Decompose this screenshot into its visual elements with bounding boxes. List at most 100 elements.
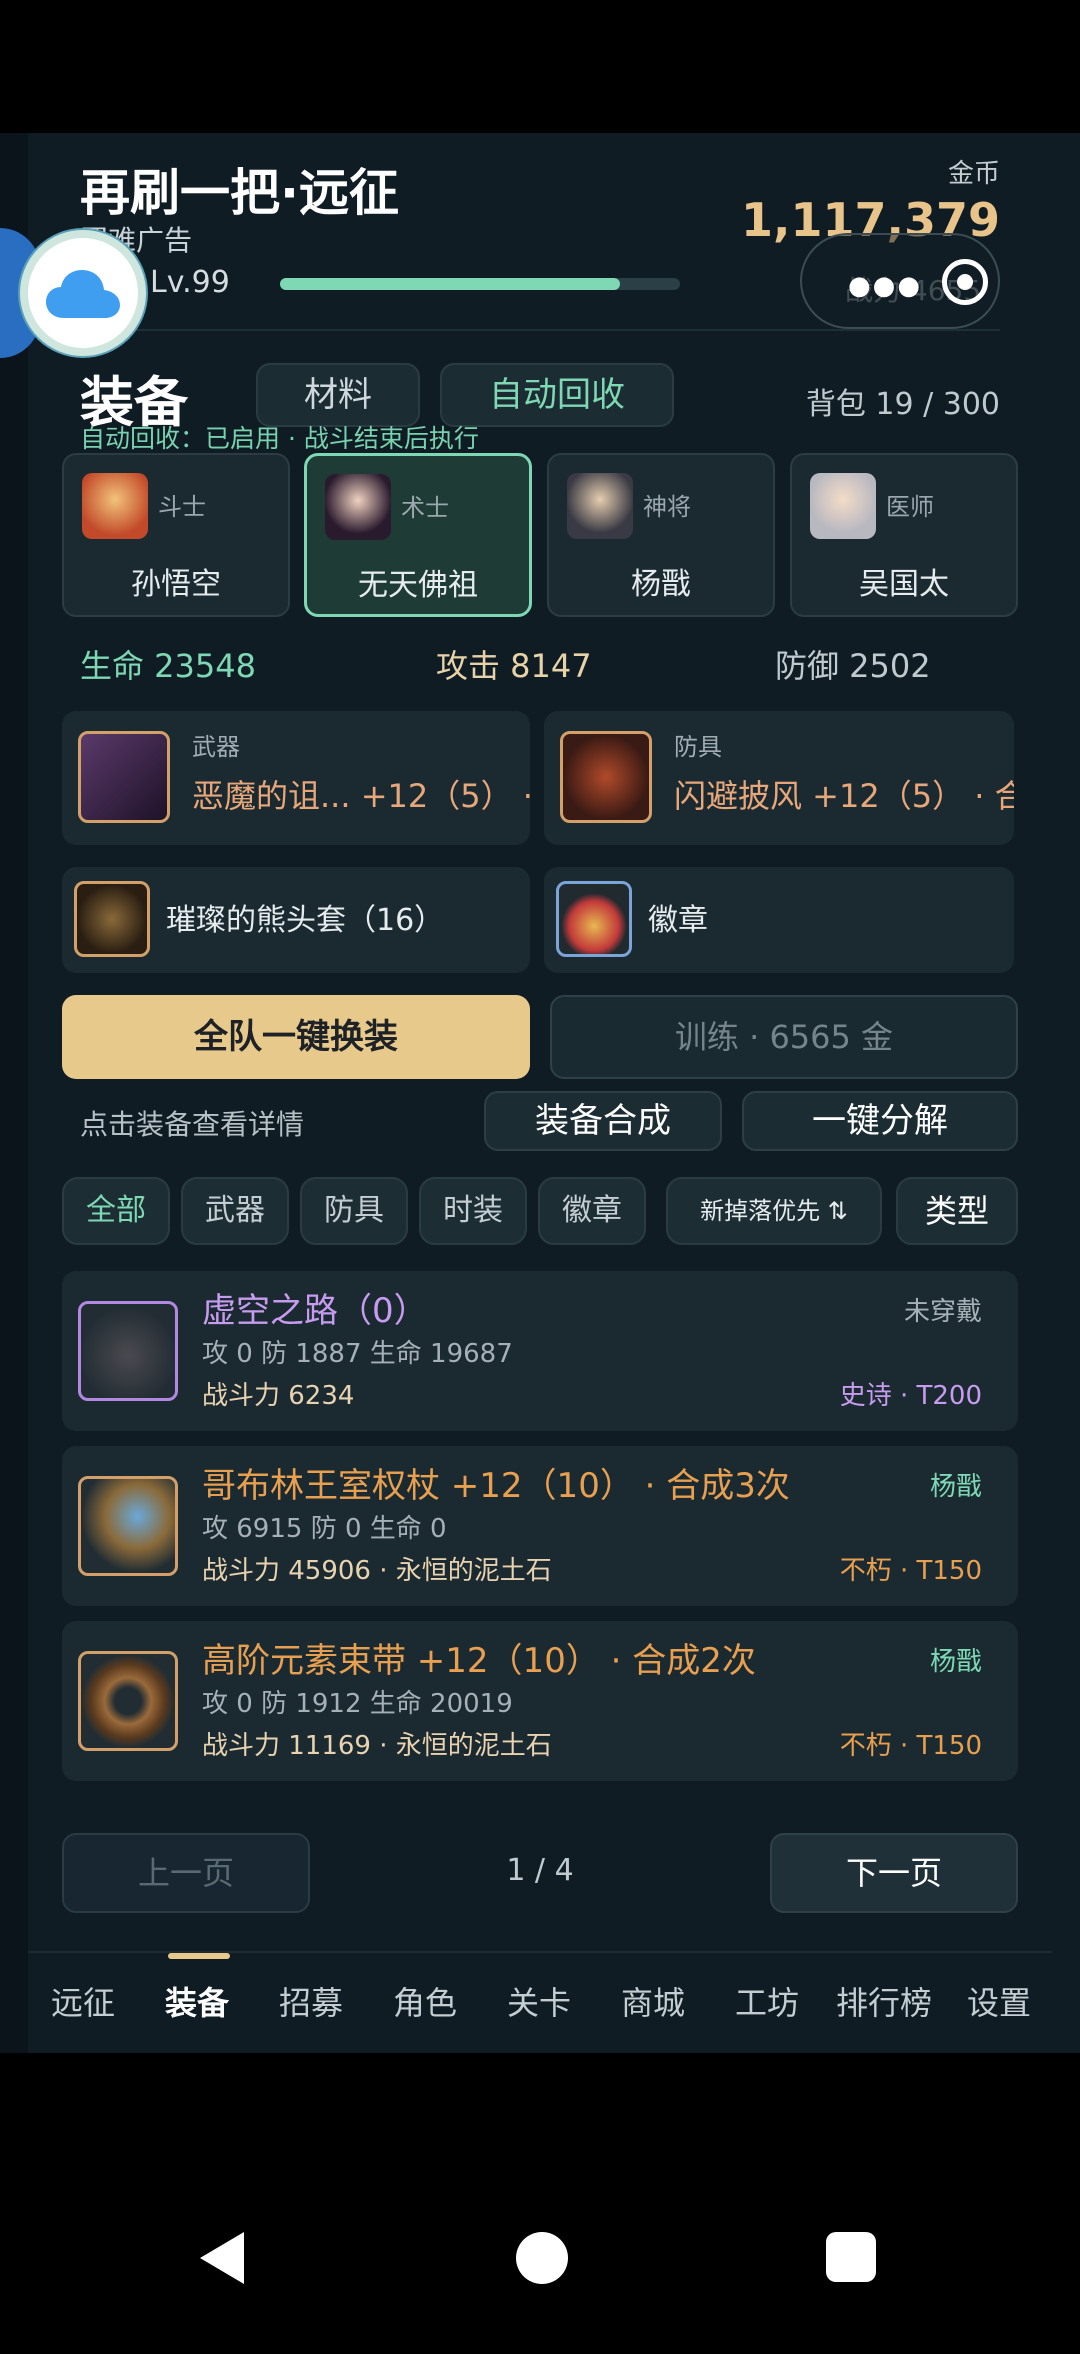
hero-card-4[interactable]: 医师 吴国太 [790, 453, 1018, 617]
nav-shop[interactable]: 商城 [598, 1953, 708, 2055]
badge-slot[interactable]: 徽章 [544, 867, 1014, 973]
item-owner: 杨戬 [929, 1472, 982, 1502]
weapon-name: 恶魔的诅... +12（5） · 合成 [192, 777, 530, 815]
slot-type: 防具 [674, 733, 722, 761]
cloud-float-button[interactable] [20, 230, 146, 356]
hero-name: 吴国太 [859, 567, 949, 602]
cloak-icon [560, 731, 652, 823]
recents-icon[interactable] [826, 2232, 876, 2282]
hero-portrait-icon [567, 473, 633, 539]
hero-role: 斗士 [158, 493, 206, 521]
hero-card-2[interactable]: 术士 无天佛祖 [304, 453, 532, 617]
inventory-item[interactable]: 哥布林王室权杖 +12（10） · 合成3次 攻 6915 防 0 生命 0 战… [62, 1446, 1018, 1606]
slot-type: 武器 [192, 733, 240, 761]
hero-portrait-icon [325, 474, 391, 540]
item-stats: 攻 0 防 1887 生命 19687 [202, 1339, 513, 1369]
bottom-nav: 远征 装备 招募 角色 关卡 商城 工坊 排行榜 设置 [28, 1951, 1052, 2053]
detail-hint: 点击装备查看详情 [80, 1108, 305, 1141]
nav-expedition[interactable]: 远征 [28, 1953, 138, 2055]
inventory-item[interactable]: 高阶元素束带 +12（10） · 合成2次 攻 0 防 1912 生命 2001… [62, 1621, 1018, 1781]
costume-slot[interactable]: 璀璨的熊头套（16） [62, 867, 530, 973]
hero-name: 孙悟空 [131, 567, 221, 602]
item-stats: 攻 6915 防 0 生命 0 [202, 1514, 447, 1544]
side-edge [0, 133, 28, 2053]
costume-name: 璀璨的熊头套（16） [166, 903, 445, 938]
hero-name: 杨戬 [631, 567, 691, 602]
nav-settings[interactable]: 设置 [946, 1953, 1052, 2055]
type-filter-button[interactable]: 类型 [896, 1177, 1018, 1245]
stat-attack: 攻击 8147 [436, 647, 592, 685]
item-stats: 攻 0 防 1912 生命 20019 [202, 1689, 513, 1719]
next-page-button[interactable]: 下一页 [770, 1833, 1018, 1913]
filter-weapon[interactable]: 武器 [181, 1177, 289, 1245]
scepter-icon [78, 1476, 178, 1576]
xp-bar-fill [280, 278, 620, 290]
nav-equipment[interactable]: 装备 [142, 1953, 252, 2055]
armor-name: 闪避披风 +12（5） · 合成1次 [674, 777, 1014, 815]
item-name: 哥布林王室权杖 +12（10） · 合成3次 [202, 1466, 790, 1506]
cloud-icon [46, 270, 120, 318]
armor-slot[interactable]: 防具 闪避披风 +12（5） · 合成1次 [544, 711, 1014, 845]
medal-icon [556, 881, 632, 957]
hero-role: 术士 [401, 494, 449, 522]
item-power: 战斗力 11169 · 永恒的泥土石 [202, 1731, 552, 1761]
xp-bar [280, 278, 680, 290]
page-title: 再刷一把·远征 [80, 164, 399, 222]
hero-portrait-icon [810, 473, 876, 539]
train-button[interactable]: 训练 · 6565 金 [550, 995, 1018, 1079]
item-rarity: 史诗 · T200 [839, 1381, 982, 1411]
auto-recycle-note: 自动回收：已启用 · 战斗结束后执行 [80, 424, 479, 453]
miniprogram-capsule[interactable]: ●●● [800, 233, 1000, 329]
nav-recruit[interactable]: 招募 [256, 1953, 366, 2055]
sort-newest-button[interactable]: 新掉落优先 ⇅ [666, 1177, 882, 1245]
item-power: 战斗力 6234 [202, 1381, 355, 1411]
boots-icon [78, 1301, 178, 1401]
tab-materials[interactable]: 材料 [256, 363, 420, 427]
coin-label: 金币 [947, 159, 1000, 189]
item-owner: 杨戬 [929, 1647, 982, 1677]
hero-card-3[interactable]: 神将 杨戬 [547, 453, 775, 617]
hero-role: 神将 [643, 493, 691, 521]
stat-hp: 生命 23548 [80, 647, 256, 685]
tab-auto-recycle[interactable]: 自动回收 [440, 363, 674, 427]
bag-capacity: 背包 19 / 300 [805, 387, 1000, 422]
badge-name: 徽章 [648, 903, 708, 938]
filter-armor[interactable]: 防具 [300, 1177, 408, 1245]
hero-name: 无天佛祖 [358, 568, 478, 603]
close-target-icon[interactable] [942, 259, 988, 305]
filter-all[interactable]: 全部 [62, 1177, 170, 1245]
game-screen: 再刷一把·远征 罢难广告 金币 1,117,379 Lv.99 战力 4655 … [0, 133, 1080, 2053]
item-rarity: 不朽 · T150 [839, 1556, 982, 1586]
nav-characters[interactable]: 角色 [370, 1953, 480, 2055]
nav-workshop[interactable]: 工坊 [712, 1953, 822, 2055]
synthesize-button[interactable]: 装备合成 [484, 1091, 722, 1151]
item-owner: 未穿戴 [903, 1297, 982, 1327]
weapon-icon [78, 731, 170, 823]
weapon-slot[interactable]: 武器 恶魔的诅... +12（5） · 合成 [62, 711, 530, 845]
belt-icon [78, 1651, 178, 1751]
decompose-button[interactable]: 一键分解 [742, 1091, 1018, 1151]
inventory-item[interactable]: 虚空之路（0） 攻 0 防 1887 生命 19687 战斗力 6234 未穿戴… [62, 1271, 1018, 1431]
header-divider [80, 329, 1000, 331]
system-nav-bar [0, 2140, 1080, 2354]
item-power: 战斗力 45906 · 永恒的泥土石 [202, 1556, 552, 1586]
level-label: Lv.99 [150, 265, 230, 300]
item-name: 高阶元素束带 +12（10） · 合成2次 [202, 1641, 756, 1681]
filter-costume[interactable]: 时装 [419, 1177, 527, 1245]
equip-all-button[interactable]: 全队一键换装 [62, 995, 530, 1079]
hero-card-1[interactable]: 斗士 孙悟空 [62, 453, 290, 617]
page-indicator: 1 / 4 [506, 1853, 574, 1888]
more-icon[interactable]: ●●● [848, 271, 922, 301]
prev-page-button[interactable]: 上一页 [62, 1833, 310, 1913]
item-rarity: 不朽 · T150 [839, 1731, 982, 1761]
hero-portrait-icon [82, 473, 148, 539]
stat-defense: 防御 2502 [775, 647, 931, 685]
back-icon[interactable] [200, 2232, 244, 2284]
nav-leaderboard[interactable]: 排行榜 [826, 1953, 942, 2055]
bear-helmet-icon [74, 881, 150, 957]
hero-role: 医师 [886, 493, 934, 521]
filter-badge[interactable]: 徽章 [538, 1177, 646, 1245]
item-name: 虚空之路（0） [202, 1291, 428, 1331]
home-icon[interactable] [516, 2232, 568, 2284]
nav-stages[interactable]: 关卡 [484, 1953, 594, 2055]
